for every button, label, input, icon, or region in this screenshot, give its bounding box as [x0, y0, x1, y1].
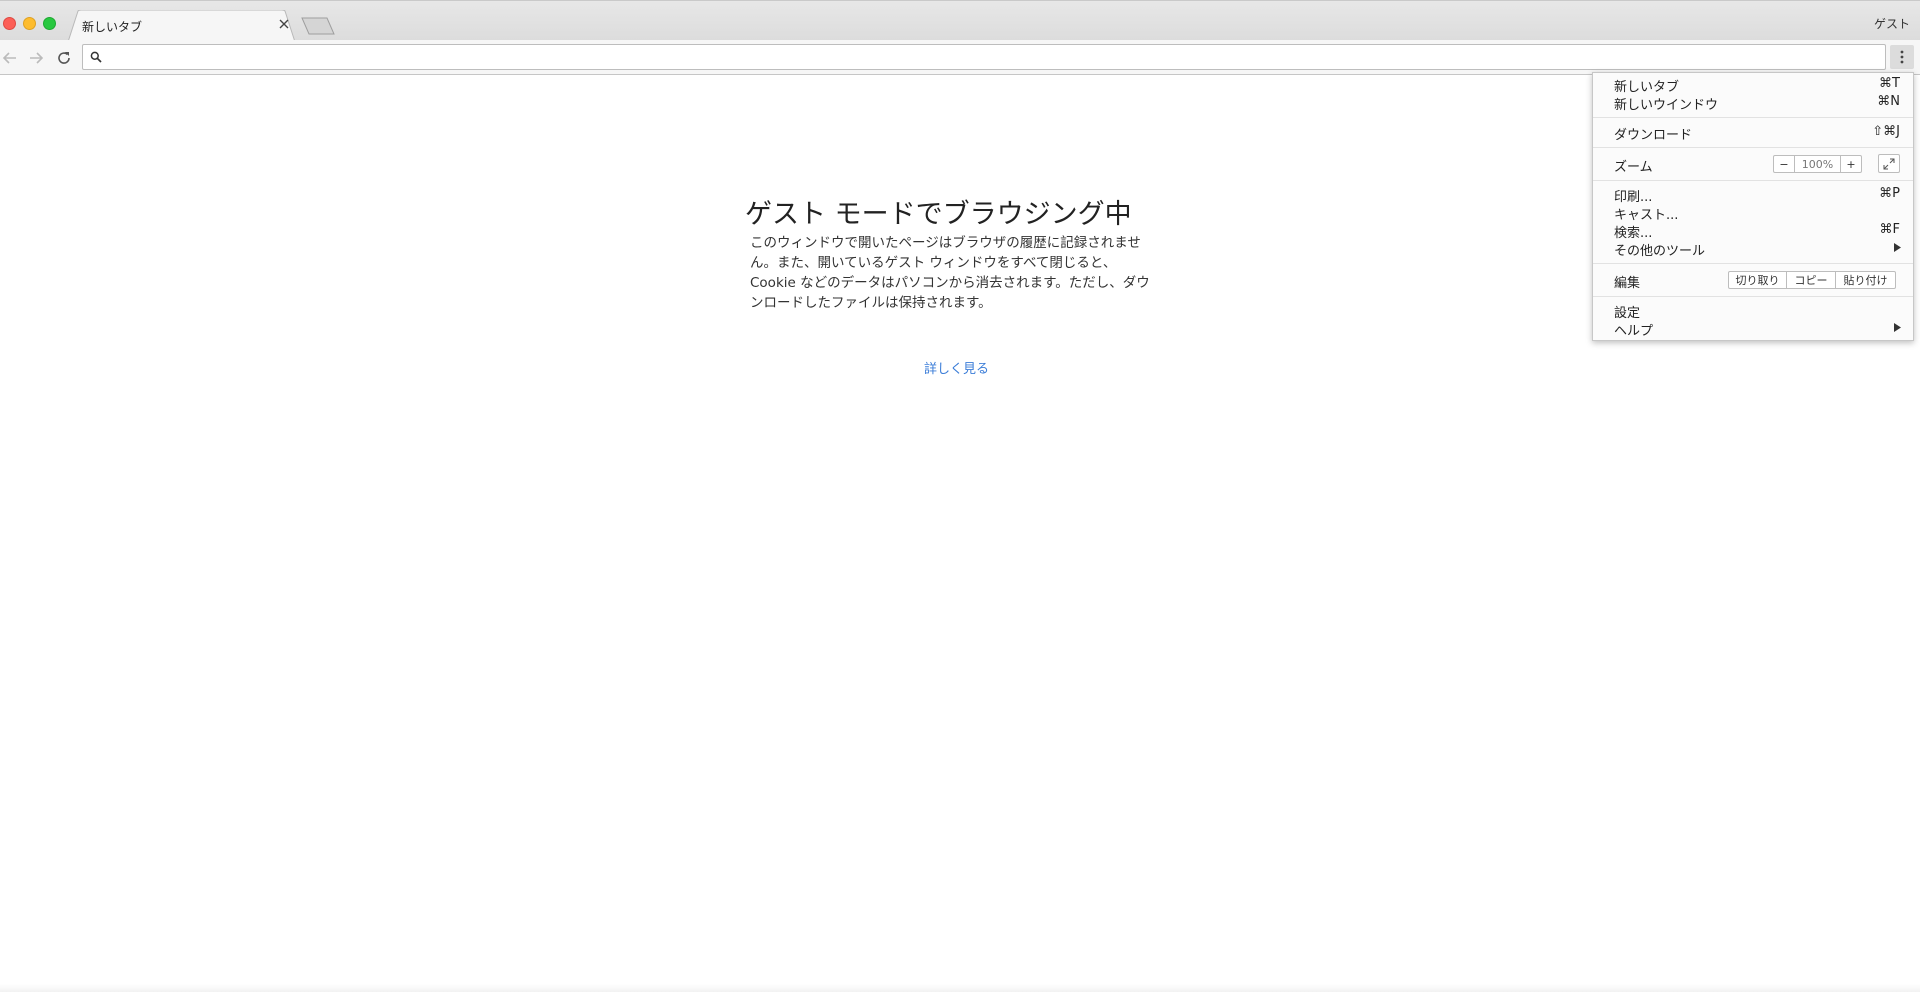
menu-item-label: 新しいタブ: [1614, 80, 1680, 95]
menu-zoom-row: ズーム − 100% +: [1593, 154, 1913, 175]
menu-item-shortcut: ⌘T: [1879, 76, 1900, 91]
close-tab-icon[interactable]: [276, 16, 292, 32]
new-tab-button[interactable]: [301, 17, 335, 35]
fullscreen-icon: [1883, 158, 1895, 169]
browser-window: 新しいタブ ゲスト ゲスト モードでブラウジング中 このウィンドウで開いたページ…: [0, 0, 1920, 992]
learn-more-link[interactable]: 詳しく見る: [924, 358, 989, 377]
menu-separator: [1593, 263, 1913, 264]
menu-item-shortcut: ⌘N: [1877, 94, 1900, 109]
profile-label[interactable]: ゲスト: [1874, 15, 1910, 32]
menu-edit-row: 編集 切り取り コピー 貼り付け: [1593, 271, 1913, 291]
tab-new-tab[interactable]: 新しいタブ: [68, 10, 296, 42]
menu-item-shortcut: ⌘P: [1879, 186, 1900, 201]
edit-controls: 切り取り コピー 貼り付け: [1728, 271, 1896, 289]
menu-separator: [1593, 117, 1913, 118]
menu-item-shortcut: ⇧⌘J: [1872, 124, 1900, 139]
toolbar: [0, 40, 1920, 75]
menu-item-print[interactable]: 印刷... ⌘P: [1593, 186, 1913, 205]
description-line: ンロードしたファイルは保持されます。: [750, 295, 992, 311]
description-line: Cookie などのデータはパソコンから消去されます。ただし、ダウ: [750, 275, 1150, 291]
menu-item-label: 新しいウインドウ: [1614, 98, 1719, 113]
forward-arrow-icon: [30, 52, 44, 64]
reload-button[interactable]: [53, 47, 75, 69]
more-vertical-icon: [1900, 50, 1904, 64]
reload-icon: [58, 52, 70, 64]
menu-separator: [1593, 180, 1913, 181]
page-title: ゲスト モードでブラウジング中: [745, 199, 1132, 231]
fullscreen-button[interactable]: [1878, 154, 1900, 173]
submenu-arrow-icon: [1894, 323, 1901, 332]
zoom-in-button[interactable]: +: [1841, 156, 1861, 172]
zoom-level: 100%: [1794, 156, 1841, 172]
menu-item-find[interactable]: 検索... ⌘F: [1593, 222, 1913, 241]
omnibox[interactable]: [82, 44, 1886, 70]
menu-item-label: ズーム: [1614, 160, 1653, 175]
back-arrow-icon: [2, 52, 16, 64]
description-line: ん。また、開いているゲスト ウィンドウをすべて閉じると、: [750, 255, 1117, 271]
menu-item-help[interactable]: ヘルプ: [1593, 320, 1913, 339]
zoom-controls: − 100% +: [1773, 155, 1862, 173]
chrome-menu-button[interactable]: [1890, 45, 1914, 69]
back-button[interactable]: [0, 47, 21, 69]
menu-item-label: ヘルプ: [1614, 324, 1654, 339]
page-description: このウィンドウで開いたページはブラウザの履歴に記録されませ ん。また、開いている…: [750, 233, 1155, 313]
menu-item-label: 編集: [1614, 276, 1641, 291]
menu-item-label: 設定: [1614, 306, 1641, 321]
window-maximize-button[interactable]: [43, 17, 56, 30]
paste-button[interactable]: 貼り付け: [1835, 272, 1895, 288]
menu-item-more-tools[interactable]: その他のツール: [1593, 240, 1913, 259]
cut-button[interactable]: 切り取り: [1729, 272, 1786, 288]
menu-item-downloads[interactable]: ダウンロード ⇧⌘J: [1593, 124, 1913, 143]
address-input[interactable]: [109, 47, 1873, 69]
copy-button[interactable]: コピー: [1786, 272, 1835, 288]
menu-separator: [1593, 147, 1913, 148]
menu-item-shortcut: ⌘F: [1879, 222, 1900, 237]
tab-strip: 新しいタブ ゲスト: [0, 0, 1920, 42]
chrome-menu: 新しいタブ ⌘T 新しいウインドウ ⌘N ダウンロード ⇧⌘J ズーム − 10…: [1592, 72, 1914, 341]
menu-item-new-window[interactable]: 新しいウインドウ ⌘N: [1593, 94, 1913, 113]
menu-item-label: ダウンロード: [1614, 128, 1693, 143]
bottom-edge-shade: [0, 984, 1920, 992]
window-close-button[interactable]: [3, 17, 16, 30]
menu-item-label: 検索...: [1614, 226, 1653, 241]
zoom-out-button[interactable]: −: [1774, 156, 1794, 172]
menu-item-settings[interactable]: 設定: [1593, 302, 1913, 321]
menu-item-label: 印刷...: [1614, 190, 1653, 205]
forward-button[interactable]: [25, 47, 47, 69]
submenu-arrow-icon: [1894, 243, 1901, 252]
menu-item-label: その他のツール: [1614, 244, 1706, 259]
menu-separator: [1593, 296, 1913, 297]
menu-item-new-tab[interactable]: 新しいタブ ⌘T: [1593, 76, 1913, 95]
description-line: このウィンドウで開いたページはブラウザの履歴に記録されませ: [750, 235, 1141, 251]
tab-title: 新しいタブ: [82, 20, 143, 34]
window-minimize-button[interactable]: [23, 17, 36, 30]
search-icon: [90, 51, 102, 63]
menu-item-cast[interactable]: キャスト...: [1593, 204, 1913, 223]
menu-item-label: キャスト...: [1614, 208, 1679, 223]
